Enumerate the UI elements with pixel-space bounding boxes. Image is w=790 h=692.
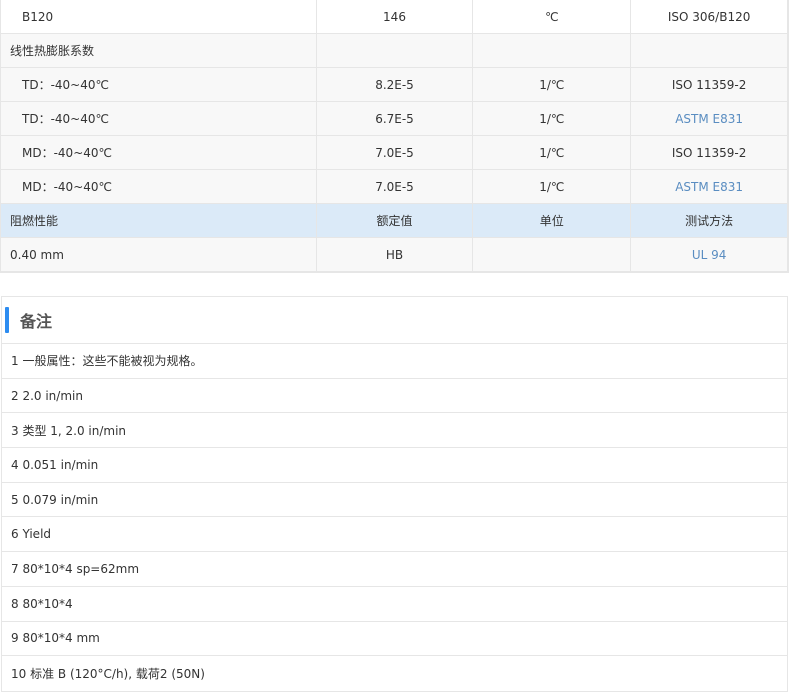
property-cell: MD：-40~40℃ bbox=[1, 170, 317, 203]
property-cell: TD：-40~40℃ bbox=[1, 68, 317, 101]
test-method-link[interactable]: UL 94 bbox=[692, 248, 727, 262]
property-cell-text: TD：-40~40℃ bbox=[22, 78, 109, 92]
property-cell-text: MD：-40~40℃ bbox=[22, 146, 112, 160]
value-cell-text: 7.0E-5 bbox=[375, 145, 414, 160]
table-header-row: 阻燃性能 额定值 单位 测试方法 bbox=[1, 204, 788, 238]
notes-panel: 备注 1 一般属性：这些不能被视为规格。 2 2.0 in/min 3 类型 1, … bbox=[1, 296, 788, 692]
property-cell: 阻燃性能 bbox=[1, 204, 317, 237]
value-cell: HB bbox=[317, 238, 474, 271]
note-item: 3 类型 1, 2.0 in/min bbox=[2, 413, 787, 449]
method-cell: ISO 306/B120 bbox=[631, 0, 788, 33]
table-row: 线性热膨胀系数 bbox=[1, 34, 788, 68]
property-cell-text: MD：-40~40℃ bbox=[22, 180, 112, 194]
unit-cell: 单位 bbox=[473, 204, 632, 237]
method-cell-text: 测试方法 bbox=[685, 214, 734, 228]
unit-cell bbox=[473, 238, 632, 271]
method-cell-text: ISO 11359-2 bbox=[671, 77, 747, 92]
property-cell: TD：-40~40℃ bbox=[1, 102, 317, 135]
property-cell-text: TD：-40~40℃ bbox=[22, 112, 109, 126]
method-cell-text: ISO 306/B120 bbox=[667, 9, 751, 24]
value-cell: 8.2E-5 bbox=[317, 68, 474, 101]
unit-cell-text: 1/℃ bbox=[539, 145, 565, 160]
unit-cell-text: 1/℃ bbox=[539, 179, 565, 194]
note-item: 6 Yield bbox=[2, 517, 787, 553]
method-cell: UL 94 bbox=[631, 238, 788, 271]
value-cell-text: HB bbox=[385, 247, 404, 262]
unit-cell-text: 单位 bbox=[539, 214, 564, 228]
method-cell: ISO 11359-2 bbox=[631, 68, 788, 101]
note-item: 1 一般属性：这些不能被视为规格。 bbox=[2, 344, 787, 379]
properties-table: B120 146 ℃ ISO 306/B120 线性热膨胀系数 TD：-40~40℃ 8.2… bbox=[0, 0, 789, 273]
unit-cell bbox=[473, 34, 632, 67]
value-cell bbox=[317, 34, 474, 67]
note-item: 5 0.079 in/min bbox=[2, 483, 787, 518]
note-item: 2 2.0 in/min bbox=[2, 379, 787, 414]
notes-title: 备注 bbox=[20, 312, 53, 331]
table-row: TD：-40~40℃ 8.2E-5 1/℃ ISO 11359-2 bbox=[1, 68, 788, 102]
method-cell: ISO 11359-2 bbox=[631, 136, 788, 169]
property-cell: B120 bbox=[1, 0, 317, 33]
accent-bar bbox=[5, 307, 9, 333]
unit-cell: ℃ bbox=[473, 0, 632, 33]
value-cell: 146 bbox=[317, 0, 474, 33]
property-cell-text: 阻燃性能 bbox=[10, 214, 59, 228]
unit-cell: 1/℃ bbox=[473, 136, 632, 169]
value-cell: 额定值 bbox=[317, 204, 474, 237]
notes-header: 备注 bbox=[2, 297, 787, 344]
test-method-link[interactable]: ASTM E831 bbox=[675, 112, 743, 126]
table-row: MD：-40~40℃ 7.0E-5 1/℃ ASTM E831 bbox=[1, 170, 788, 204]
property-cell-text: 0.40 mm bbox=[10, 247, 64, 262]
value-cell-text: 6.7E-5 bbox=[375, 111, 414, 126]
value-cell: 7.0E-5 bbox=[317, 170, 474, 203]
property-cell: MD：-40~40℃ bbox=[1, 136, 317, 169]
method-cell bbox=[631, 34, 788, 67]
properties-section: B120 146 ℃ ISO 306/B120 线性热膨胀系数 TD：-40~40℃ 8.2… bbox=[0, 0, 790, 273]
table-row: 0.40 mm HB UL 94 bbox=[1, 238, 788, 272]
value-cell-text: 额定值 bbox=[376, 214, 413, 228]
table-row: TD：-40~40℃ 6.7E-5 1/℃ ASTM E831 bbox=[1, 102, 788, 136]
unit-cell-text: 1/℃ bbox=[539, 111, 565, 126]
method-cell-text: ISO 11359-2 bbox=[671, 145, 747, 160]
note-item: 7 80*10*4 sp=62mm bbox=[2, 552, 787, 587]
unit-cell-text: 1/℃ bbox=[539, 77, 565, 92]
note-item: 4 0.051 in/min bbox=[2, 448, 787, 483]
unit-cell-text: ℃ bbox=[545, 9, 559, 24]
note-item: 8 80*10*4 bbox=[2, 587, 787, 622]
method-cell: ASTM E831 bbox=[631, 102, 788, 135]
table-row: MD：-40~40℃ 7.0E-5 1/℃ ISO 11359-2 bbox=[1, 136, 788, 170]
method-cell: ASTM E831 bbox=[631, 170, 788, 203]
method-cell: 测试方法 bbox=[631, 204, 788, 237]
unit-cell: 1/℃ bbox=[473, 170, 632, 203]
value-cell-text: 7.0E-5 bbox=[375, 179, 414, 194]
note-item: 10 标准 B (120°C/h), 载荷2 (50N) bbox=[11, 667, 205, 682]
value-cell-text: 146 bbox=[383, 9, 406, 24]
property-cell: 0.40 mm bbox=[1, 238, 317, 271]
test-method-link[interactable]: ASTM E831 bbox=[675, 180, 743, 194]
unit-cell: 1/℃ bbox=[473, 102, 632, 135]
table-row: B120 146 ℃ ISO 306/B120 bbox=[1, 0, 788, 34]
property-cell-text: B120 bbox=[22, 9, 54, 24]
value-cell-text: 8.2E-5 bbox=[375, 77, 414, 92]
note-item: 9 80*10*4 mm bbox=[2, 622, 787, 657]
property-cell-text: 线性热膨胀系数 bbox=[10, 44, 95, 58]
property-cell: 线性热膨胀系数 bbox=[1, 34, 317, 67]
notes-list: 1 一般属性：这些不能被视为规格。 2 2.0 in/min 3 类型 1, 2.0… bbox=[2, 344, 787, 691]
value-cell: 7.0E-5 bbox=[317, 136, 474, 169]
unit-cell: 1/℃ bbox=[473, 68, 632, 101]
value-cell: 6.7E-5 bbox=[317, 102, 474, 135]
